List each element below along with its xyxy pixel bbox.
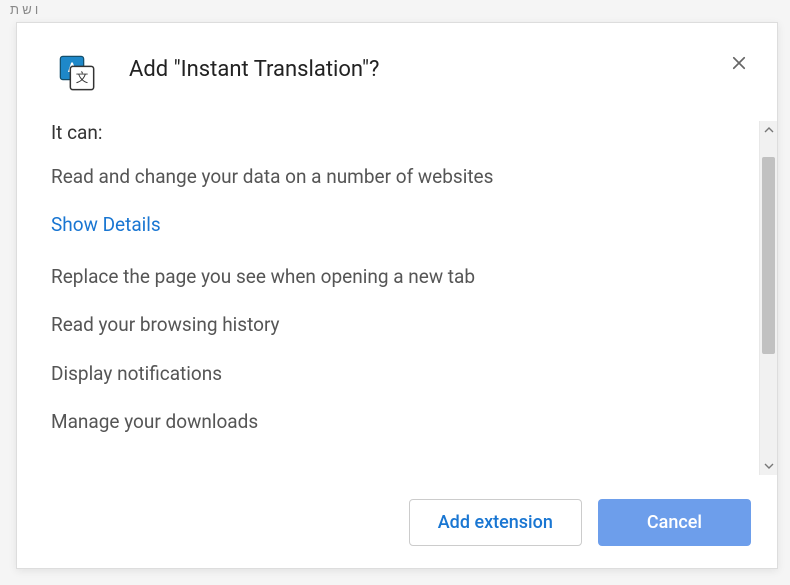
- dialog-header: A 文 Add "Instant Translation"?: [17, 23, 777, 93]
- scroll-up-arrow[interactable]: [760, 121, 777, 139]
- close-button[interactable]: [723, 47, 755, 79]
- cancel-button[interactable]: Cancel: [598, 499, 751, 546]
- show-details-link[interactable]: Show Details: [51, 213, 739, 236]
- svg-text:文: 文: [76, 70, 89, 86]
- extension-icon: A 文: [57, 53, 97, 93]
- permission-item: Read and change your data on a number of…: [51, 164, 739, 191]
- extension-install-dialog: A 文 Add "Instant Translation"? It can: R…: [16, 22, 778, 569]
- scroll-down-arrow[interactable]: [760, 457, 777, 475]
- close-icon: [730, 54, 748, 72]
- dialog-body: It can: Read and change your data on a n…: [17, 121, 759, 475]
- scroll-thumb[interactable]: [762, 157, 775, 354]
- permission-item: Display notifications: [51, 361, 739, 388]
- permissions-intro: It can:: [51, 121, 739, 144]
- scroll-track[interactable]: [760, 139, 777, 457]
- dialog-body-wrapper: It can: Read and change your data on a n…: [17, 121, 777, 475]
- permission-item: Manage your downloads: [51, 409, 739, 436]
- dialog-footer: Add extension Cancel: [17, 475, 777, 568]
- background-fragment: ו ש ת: [10, 2, 38, 18]
- scrollbar[interactable]: [759, 121, 777, 475]
- permission-item: Replace the page you see when opening a …: [51, 264, 739, 291]
- dialog-title: Add "Instant Translation"?: [129, 57, 723, 82]
- permission-item: Read your browsing history: [51, 312, 739, 339]
- add-extension-button[interactable]: Add extension: [409, 499, 582, 546]
